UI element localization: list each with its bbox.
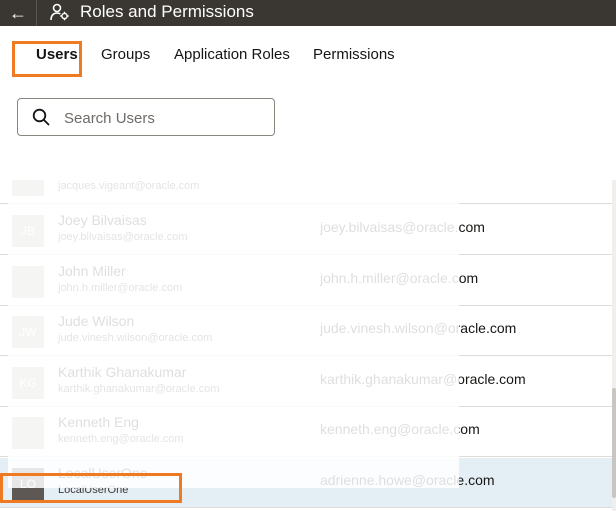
list-item[interactable]: John Miller john.h.miller@oracle.com joh… xyxy=(0,256,612,306)
user-subtitle: joey.bilvaisas@oracle.com xyxy=(58,231,188,243)
user-email: joey.bilvaisas@oracle.com xyxy=(320,219,485,235)
list-item-selected[interactable]: LO LocalUserOne LocalUserOne adrienne.ho… xyxy=(0,458,612,508)
list-item[interactable]: KG Karthik Ghanakumar karthik.ghanakumar… xyxy=(0,357,612,407)
user-name: Jude Wilson xyxy=(58,313,135,329)
page-title: Roles and Permissions xyxy=(80,2,254,21)
back-button[interactable]: ← xyxy=(0,0,36,26)
scrollbar-thumb[interactable] xyxy=(612,388,616,498)
tab-application-roles[interactable]: Application Roles xyxy=(174,26,290,82)
roles-icon xyxy=(50,3,69,21)
list-item[interactable]: JW Jude Wilson jude.vinesh.wilson@oracle… xyxy=(0,306,612,356)
user-subtitle: kenneth.eng@oracle.com xyxy=(58,433,184,445)
user-subtitle: LocalUserOne xyxy=(58,484,129,496)
user-name: Kenneth Eng xyxy=(58,414,139,430)
header-bar: ← Roles and Permissions xyxy=(0,0,616,26)
list-item[interactable]: jacques.vigeant@oracle.com xyxy=(0,180,612,204)
tab-bar: Users Groups Application Roles Permissio… xyxy=(0,26,616,82)
search-box[interactable] xyxy=(17,98,275,136)
avatar: JB xyxy=(12,215,44,247)
user-name: John Miller xyxy=(58,263,126,279)
avatar xyxy=(12,180,44,196)
user-name: Karthik Ghanakumar xyxy=(58,364,187,380)
user-subtitle: karthik.ghanakumar@oracle.com xyxy=(58,383,220,395)
user-email: jude.vinesh.wilson@oracle.com xyxy=(320,320,517,336)
user-name: LocalUserOne xyxy=(58,465,148,481)
avatar xyxy=(12,266,44,298)
arrow-left-icon: ← xyxy=(9,2,27,23)
list-item[interactable]: Kenneth Eng kenneth.eng@oracle.com kenne… xyxy=(0,407,612,457)
user-email: kenneth.eng@oracle.com xyxy=(320,421,480,437)
tab-groups[interactable]: Groups xyxy=(101,26,150,82)
user-subtitle: jude.vinesh.wilson@oracle.com xyxy=(58,332,213,344)
user-email: john.h.miller@oracle.com xyxy=(320,270,479,286)
avatar: LO xyxy=(12,468,44,500)
header-divider xyxy=(36,0,37,26)
search-input[interactable] xyxy=(62,105,266,131)
search-icon xyxy=(32,108,50,126)
user-subtitle: jacques.vigeant@oracle.com xyxy=(58,180,200,192)
user-subtitle: john.h.miller@oracle.com xyxy=(58,282,183,294)
list-item[interactable]: JB Joey Bilvaisas joey.bilvaisas@oracle.… xyxy=(0,205,612,255)
active-tab-indicator xyxy=(30,74,80,77)
users-list: jacques.vigeant@oracle.com JB Joey Bilva… xyxy=(0,180,616,511)
avatar: KG xyxy=(12,367,44,399)
user-email: adrienne.howe@oracle.com xyxy=(320,472,495,488)
user-name: Joey Bilvaisas xyxy=(58,212,147,228)
user-email: karthik.ghanakumar@oracle.com xyxy=(320,371,526,387)
avatar xyxy=(12,417,44,449)
avatar: JW xyxy=(12,316,44,348)
tab-permissions[interactable]: Permissions xyxy=(313,26,395,82)
